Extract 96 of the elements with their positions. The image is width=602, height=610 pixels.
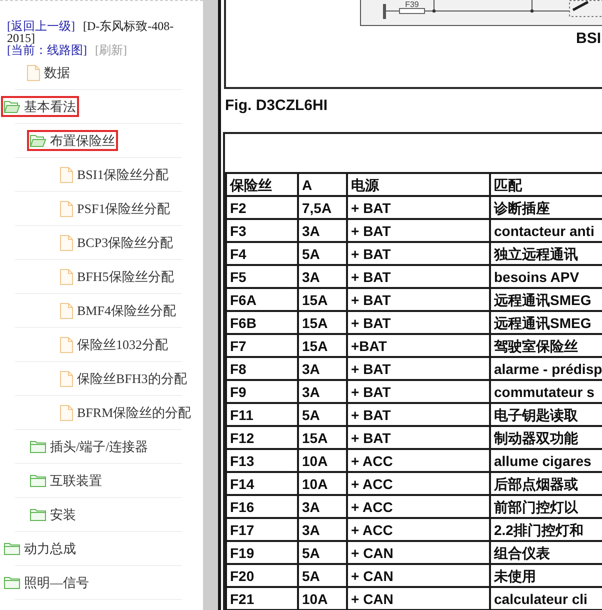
table-cell: + CAN — [347, 587, 490, 610]
table-cell: + BAT — [347, 242, 490, 265]
table-cell: F21 — [226, 587, 298, 610]
table-cell: F5 — [226, 265, 298, 288]
table-cell: + BAT — [347, 311, 490, 334]
junction-dot-icon — [530, 9, 534, 13]
table-cell: 3A — [298, 495, 347, 518]
switch-icon — [572, 0, 589, 12]
table-cell: F16 — [226, 495, 298, 518]
figure-caption: Fig. D3CZL6HI — [225, 97, 328, 115]
table-cell: F2 — [226, 196, 298, 219]
tree-item[interactable]: 互联装置 — [27, 470, 105, 491]
table-cell: F14 — [226, 472, 298, 495]
table-cell: +BAT — [347, 334, 490, 357]
tree-item[interactable]: 数据 — [24, 62, 73, 84]
table-cell: F7 — [226, 334, 298, 357]
table-cell: 3A — [298, 265, 347, 288]
table-cell: + ACC — [347, 495, 490, 518]
tree-item[interactable]: BMF4保险丝分配 — [57, 300, 179, 322]
table-cell: F19 — [226, 541, 298, 564]
file-icon — [60, 166, 73, 182]
tree-item[interactable]: PSF1保险丝分配 — [57, 198, 174, 220]
file-icon — [60, 200, 73, 216]
table-cell: 5A — [298, 564, 347, 587]
table-cell: + BAT — [347, 196, 490, 219]
table-cell: F12 — [226, 426, 298, 449]
table-cell: + ACC — [347, 449, 490, 472]
table-cell: + BAT — [347, 219, 490, 242]
table-cell: F3 — [226, 219, 298, 242]
file-icon — [60, 268, 73, 284]
tree-item[interactable]: 安装 — [27, 504, 79, 525]
table-cell: + ACC — [347, 472, 490, 495]
table-cell: F9 — [226, 380, 298, 403]
file-icon — [60, 370, 73, 386]
wire-line — [390, 10, 400, 12]
tree-item[interactable]: BCP3保险丝分配 — [57, 232, 176, 254]
tree-item[interactable]: 布置保险丝 — [27, 130, 118, 151]
table-cell: F6A — [226, 288, 298, 311]
table-cell: 10A — [298, 587, 347, 610]
table-cell: + BAT — [347, 380, 490, 403]
table-cell: F13 — [226, 449, 298, 472]
table-cell: 3A — [298, 219, 347, 242]
table-cell: 15A — [298, 311, 347, 334]
table-cell: 10A — [298, 472, 347, 495]
table-cell: 7,5A — [298, 196, 347, 219]
table-cell: F17 — [226, 518, 298, 541]
table-cell: 10A — [298, 449, 347, 472]
tree-item[interactable]: 动力总成 — [1, 538, 79, 559]
module-label: BSI — [576, 31, 602, 47]
table-cell: 15A — [298, 334, 347, 357]
tree-item[interactable]: 保险丝1032分配 — [57, 334, 171, 356]
table-cell: + BAT — [347, 265, 490, 288]
fuse-icon — [399, 8, 425, 14]
table-cell: 5A — [298, 403, 347, 426]
column-header: 电源 — [347, 173, 490, 196]
column-header: A — [298, 173, 347, 196]
table-cell: + CAN — [347, 564, 490, 587]
breadcrumb-link[interactable]: [当前：线路图] — [7, 43, 87, 57]
table-cell: F8 — [226, 357, 298, 380]
file-icon — [60, 302, 73, 318]
module-outline — [569, 0, 602, 17]
ground-symbol-icon — [383, 4, 390, 19]
fuse-label: F39 — [405, 0, 419, 9]
table-cell: 3A — [298, 518, 347, 541]
file-icon — [60, 404, 73, 420]
tree-item[interactable]: BFH5保险丝分配 — [57, 266, 177, 288]
breadcrumb-text: [返回上一级] [D-东风标致-408-2015] — [7, 20, 175, 44]
table-cell: 15A — [298, 426, 347, 449]
junction-dot-icon — [432, 9, 436, 13]
table-cell: 15A — [298, 288, 347, 311]
breadcrumb-link[interactable]: [返回上一级] — [7, 19, 75, 33]
tree-item[interactable]: 保险丝BFH3的分配 — [57, 368, 190, 390]
tree-item[interactable]: 基本看法 — [1, 96, 79, 117]
table-cell: + ACC — [347, 518, 490, 541]
tree-item[interactable]: BSI1保险丝分配 — [57, 164, 172, 186]
table-cell: 5A — [298, 242, 347, 265]
table-cell: + BAT — [347, 426, 490, 449]
file-icon — [60, 234, 73, 250]
table-cell: + BAT — [347, 288, 490, 311]
tree-item[interactable]: 照明—信号 — [1, 572, 92, 593]
file-icon — [27, 64, 40, 80]
table-cell: 5A — [298, 541, 347, 564]
column-header: 匹配 — [490, 173, 602, 196]
file-icon — [60, 336, 73, 352]
tree-item[interactable]: BFRM保险丝的分配 — [57, 402, 194, 424]
table-cell: F6B — [226, 311, 298, 334]
column-header: 保险丝 — [226, 173, 298, 196]
table-cell: 3A — [298, 380, 347, 403]
table-cell: F20 — [226, 564, 298, 587]
table-cell: F11 — [226, 403, 298, 426]
table-cell: + CAN — [347, 541, 490, 564]
tree-item[interactable]: 插头/端子/连接器 — [27, 436, 152, 457]
table-cell: F4 — [226, 242, 298, 265]
table-cell: 3A — [298, 357, 347, 380]
table-cell: + BAT — [347, 403, 490, 426]
table-cell: + BAT — [347, 357, 490, 380]
